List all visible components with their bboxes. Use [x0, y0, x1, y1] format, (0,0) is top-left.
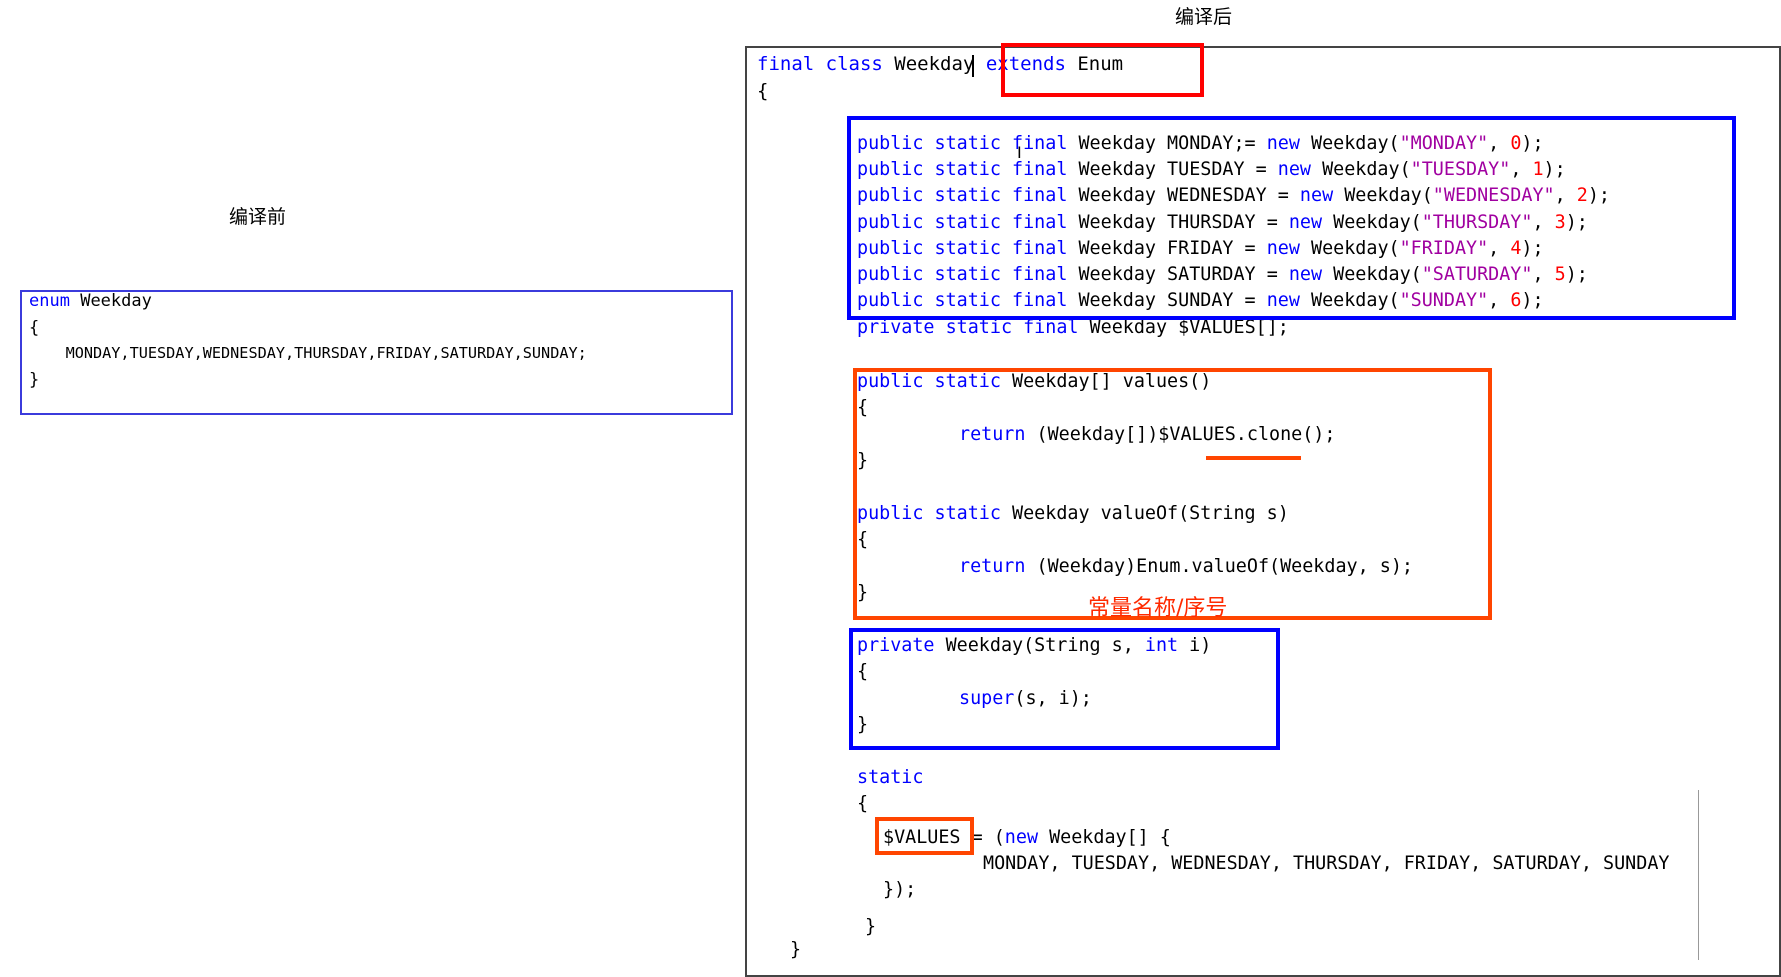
constants-highlight: [847, 116, 1736, 320]
before-line-3: MONDAY,TUESDAY,WEDNESDAY,THURSDAY,FRIDAY…: [29, 344, 587, 362]
line-open-brace: {: [757, 80, 769, 102]
line-values-end: });: [883, 879, 917, 900]
after-scroll-divider: [1698, 790, 1699, 960]
methods-highlight: [853, 368, 1492, 620]
values-array-highlight: [875, 817, 974, 855]
line-static-open: {: [857, 793, 869, 814]
before-line-2: {: [29, 318, 40, 338]
after-caption: 编译后: [1175, 6, 1233, 28]
values-underline: [1206, 456, 1301, 460]
ordinal-annotation: 常量名称/序号: [1088, 596, 1228, 621]
before-line-4: }: [29, 370, 40, 390]
constructor-highlight: [849, 628, 1280, 750]
line-values-list: MONDAY, TUESDAY, WEDNESDAY, THURSDAY, FR…: [983, 853, 1670, 874]
before-line-1-rest: Weekday: [80, 291, 152, 311]
before-caption: 编译前: [229, 206, 287, 228]
line-class-close: }: [790, 939, 802, 960]
line-values-field: private static final Weekday $VALUES[];: [857, 317, 1289, 338]
extends-enum-highlight: [1001, 43, 1204, 97]
i-beam-cursor-icon: I: [1017, 143, 1022, 162]
before-line-1: enum Weekday: [29, 291, 152, 311]
line-static-close: }: [865, 916, 877, 937]
text-caret: [972, 55, 974, 77]
line-static-block: static: [857, 767, 924, 788]
